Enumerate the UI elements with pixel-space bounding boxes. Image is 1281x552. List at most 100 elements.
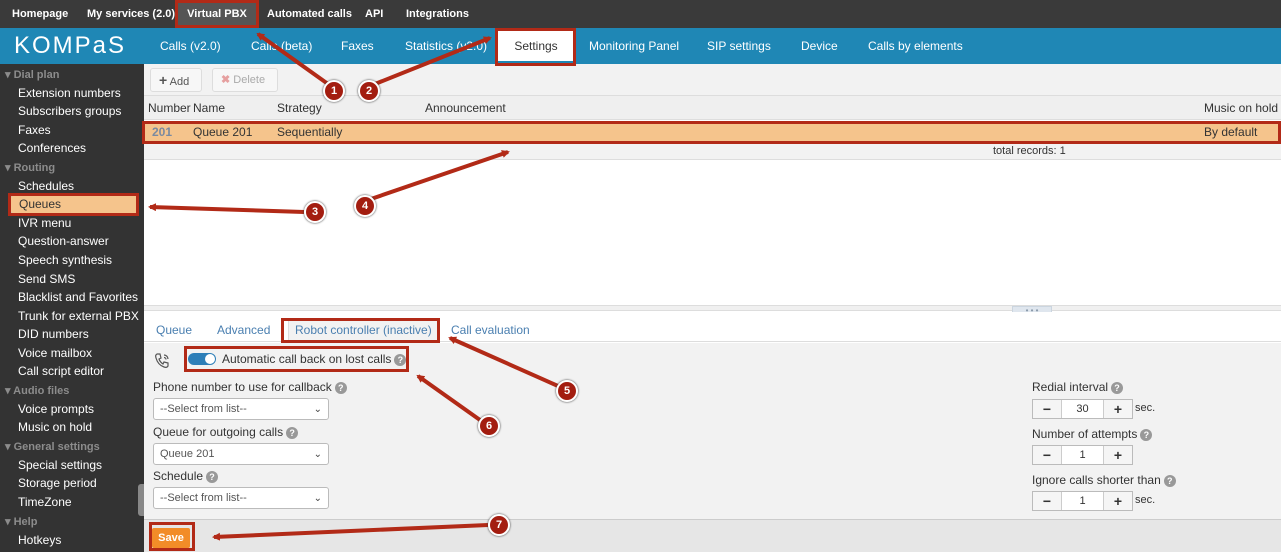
sidebar-item-send-sms[interactable]: Send SMS [18,272,75,286]
panel-splitter[interactable]: • • • [144,305,1281,316]
sidebar-group-audio-files[interactable]: ▾ Audio files [5,384,69,397]
ignore-minus-button[interactable]: − [1033,492,1061,510]
sidebar-item-music-on-hold[interactable]: Music on hold [18,420,92,434]
delete-button-label: Delete [233,74,266,86]
tab-call-evaluation[interactable]: Call evaluation [451,323,530,337]
nav-settings[interactable]: Settings [498,31,574,61]
redial-interval-label: Redial interval? [1032,380,1124,394]
sidebar-group-label: Dial plan [13,69,60,81]
save-button[interactable]: Save [152,528,190,548]
help-icon[interactable]: ? [1163,474,1176,487]
sidebar-group-help[interactable]: ▾ Help [5,515,37,528]
ignore-value[interactable]: 1 [1061,492,1104,510]
sidebar-item-conferences[interactable]: Conferences [18,141,86,155]
tab-robot-controller[interactable]: Robot controller (inactive) [288,318,439,343]
sidebar-item-speech-synthesis[interactable]: Speech synthesis [18,253,112,267]
sidebar-item-special-settings[interactable]: Special settings [18,458,102,472]
sidebar-item-trunk[interactable]: Trunk for external PBX [18,309,139,323]
col-number[interactable]: Number [148,101,191,115]
attempts-value[interactable]: 1 [1061,446,1104,464]
redial-value[interactable]: 30 [1061,400,1104,418]
auto-callback-toggle[interactable] [188,353,216,365]
col-announcement[interactable]: Announcement [425,101,506,115]
annotation-badge-5: 5 [556,380,578,402]
nav-statistics[interactable]: Statistics (v2.0) [405,28,487,64]
annotation-badge-3: 3 [304,201,326,223]
ignore-calls-label: Ignore calls shorter than? [1032,473,1176,487]
schedule-select[interactable]: --Select from list-- ⌄ [153,487,329,509]
annotation-badge-4: 4 [354,195,376,217]
help-icon[interactable]: ? [334,381,347,394]
sidebar-item-blacklist[interactable]: Blacklist and Favorites [18,290,138,304]
schedule-label: Schedule? [153,469,219,483]
sidebar-group-routing[interactable]: ▾ Routing [5,161,55,174]
ignore-plus-button[interactable]: + [1104,492,1132,510]
robot-controller-form: Automatic call back on lost calls? Phone… [144,343,1281,519]
sidebar-item-ivr-menu[interactable]: IVR menu [18,216,71,230]
top-link-virtual-pbx[interactable]: Virtual PBX [178,0,256,28]
phone-number-label-text: Phone number to use for callback [153,380,332,394]
nav-sip-settings[interactable]: SIP settings [707,28,771,64]
table-row[interactable]: 201 Queue 201 Sequentially By default [144,122,1281,142]
table-header: Number Name Strategy Announcement Music … [144,96,1281,120]
sidebar: ▾ Dial plan Extension numbers Subscriber… [0,64,144,552]
help-icon[interactable]: ? [1111,381,1124,394]
nav-faxes[interactable]: Faxes [341,28,374,64]
attempts-minus-button[interactable]: − [1033,446,1061,464]
kompas-logo[interactable]: KOMPaS [14,32,126,60]
help-icon[interactable]: ? [1140,428,1153,441]
tab-queue[interactable]: Queue [156,323,192,337]
annotation-badge-6: 6 [478,415,500,437]
attempts-plus-button[interactable]: + [1104,446,1132,464]
col-strategy[interactable]: Strategy [277,101,322,115]
redial-unit: sec. [1135,402,1156,414]
tab-advanced[interactable]: Advanced [217,323,270,337]
top-link-api[interactable]: API [365,0,383,28]
top-link-homepage[interactable]: Homepage [12,0,68,28]
top-link-integrations[interactable]: Integrations [406,0,469,28]
nav-device[interactable]: Device [801,28,838,64]
sidebar-item-call-script-editor[interactable]: Call script editor [18,364,104,378]
chevron-down-icon: ⌄ [313,449,322,460]
redial-interval-stepper: − 30 + [1032,399,1133,419]
attempts-label-text: Number of attempts [1032,427,1138,441]
sidebar-item-faxes[interactable]: Faxes [18,123,51,137]
queue-outgoing-select[interactable]: Queue 201 ⌄ [153,443,329,465]
main-nav-bar: KOMPaS Calls (v2.0) Calls (beta) Faxes S… [0,28,1281,64]
phone-number-select[interactable]: --Select from list-- ⌄ [153,398,329,420]
ignore-calls-label-text: Ignore calls shorter than [1032,473,1161,487]
auto-callback-text: Automatic call back on lost calls [222,352,392,366]
top-link-my-services[interactable]: My services (2.0) [87,0,175,28]
help-icon[interactable]: ? [394,353,407,366]
phone-number-value: --Select from list-- [160,403,247,415]
help-icon[interactable]: ? [286,426,299,439]
add-button[interactable]: + Add [150,68,202,92]
col-name[interactable]: Name [193,101,225,115]
help-icon[interactable]: ? [206,470,219,483]
redial-minus-button[interactable]: − [1033,400,1061,418]
sidebar-item-voice-mailbox[interactable]: Voice mailbox [18,346,92,360]
sidebar-item-subscribers-groups[interactable]: Subscribers groups [18,104,121,118]
sidebar-item-extension-numbers[interactable]: Extension numbers [18,86,121,100]
sidebar-item-timezone[interactable]: TimeZone [18,495,72,509]
sidebar-item-storage-period[interactable]: Storage period [18,476,97,490]
sidebar-item-did-numbers[interactable]: DID numbers [18,327,89,341]
sidebar-item-hotkeys[interactable]: Hotkeys [18,533,61,547]
col-music-on-hold[interactable]: Music on hold [1204,101,1278,115]
nav-calls-beta[interactable]: Calls (beta) [251,28,312,64]
save-bar: Save [144,519,1281,552]
sidebar-group-general-settings[interactable]: ▾ General settings [5,440,100,453]
redial-plus-button[interactable]: + [1104,400,1132,418]
nav-monitoring-panel[interactable]: Monitoring Panel [589,28,679,64]
delete-button[interactable]: ✖ Delete [212,68,278,92]
ignore-unit: sec. [1135,494,1156,506]
sidebar-item-question-answer[interactable]: Question-answer [18,234,109,248]
nav-calls-by-elements[interactable]: Calls by elements [868,28,963,64]
sidebar-item-voice-prompts[interactable]: Voice prompts [18,402,94,416]
sidebar-group-dial-plan[interactable]: ▾ Dial plan [5,68,59,81]
sidebar-item-schedules[interactable]: Schedules [18,179,74,193]
attempts-label: Number of attempts? [1032,427,1153,441]
sidebar-item-queues[interactable]: Queues [10,195,138,214]
top-link-automated-calls[interactable]: Automated calls [267,0,352,28]
nav-calls-v2[interactable]: Calls (v2.0) [160,28,221,64]
